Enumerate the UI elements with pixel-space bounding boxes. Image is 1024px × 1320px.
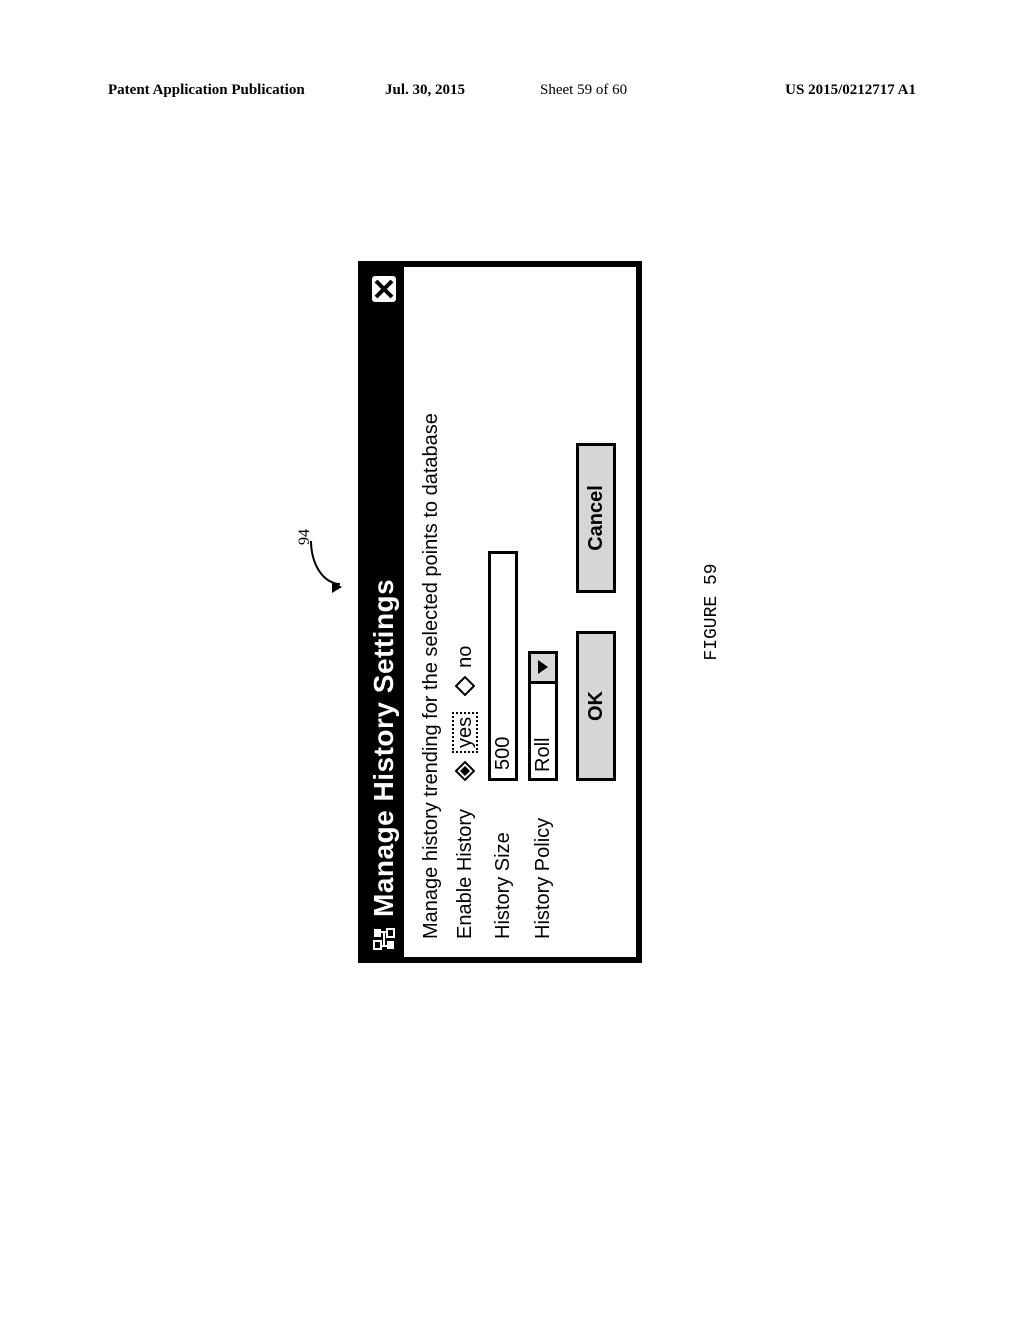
dialog-titlebar: Manage History Settings (364, 267, 404, 957)
dialog-button-row: OK Cancel (576, 285, 616, 939)
close-icon (373, 278, 395, 300)
diamond-unselected-icon (455, 676, 475, 696)
radio-yes[interactable] (455, 761, 475, 781)
header-date: Jul. 30, 2015 (385, 82, 465, 99)
cancel-button[interactable]: Cancel (576, 443, 616, 593)
dialog-title: Manage History Settings (368, 315, 400, 917)
history-policy-value: Roll (531, 684, 555, 778)
ok-button[interactable]: OK (576, 631, 616, 781)
history-policy-label: History Policy (532, 789, 554, 939)
reference-arrow-icon (310, 541, 340, 585)
close-button[interactable] (369, 273, 399, 305)
figure-caption: FIGURE 59 (702, 563, 722, 660)
enable-history-row: Enable History yes (452, 285, 478, 939)
reference-callout: 94 (302, 261, 338, 963)
app-icon (372, 927, 396, 951)
history-size-row: History Size (488, 285, 518, 939)
history-policy-row: History Policy Roll (528, 285, 558, 939)
header-sheet: Sheet 59 of 60 (540, 82, 627, 99)
reference-arrowhead-icon (332, 581, 342, 593)
header-pubno: US 2015/0212717 A1 (785, 82, 916, 99)
radio-no-label: no (454, 646, 476, 668)
radio-yes-label: yes (452, 712, 478, 753)
history-size-field[interactable] (488, 551, 518, 781)
radio-no[interactable] (455, 676, 475, 696)
history-policy-combo[interactable]: Roll (528, 651, 558, 781)
history-size-label: History Size (492, 789, 514, 939)
header-left: Patent Application Publication (108, 82, 305, 99)
history-policy-drop-button[interactable] (531, 654, 555, 684)
manage-history-dialog: Manage History Settings Manage history t… (358, 261, 642, 963)
diamond-selected-icon (455, 761, 475, 781)
dialog-description: Manage history trending for the selected… (420, 285, 442, 939)
figure-wrapper: 94 Manage History Settings (302, 261, 722, 963)
enable-history-label: Enable History (454, 789, 476, 939)
chevron-down-icon (538, 661, 548, 675)
dialog-body: Manage history trending for the selected… (404, 267, 636, 957)
